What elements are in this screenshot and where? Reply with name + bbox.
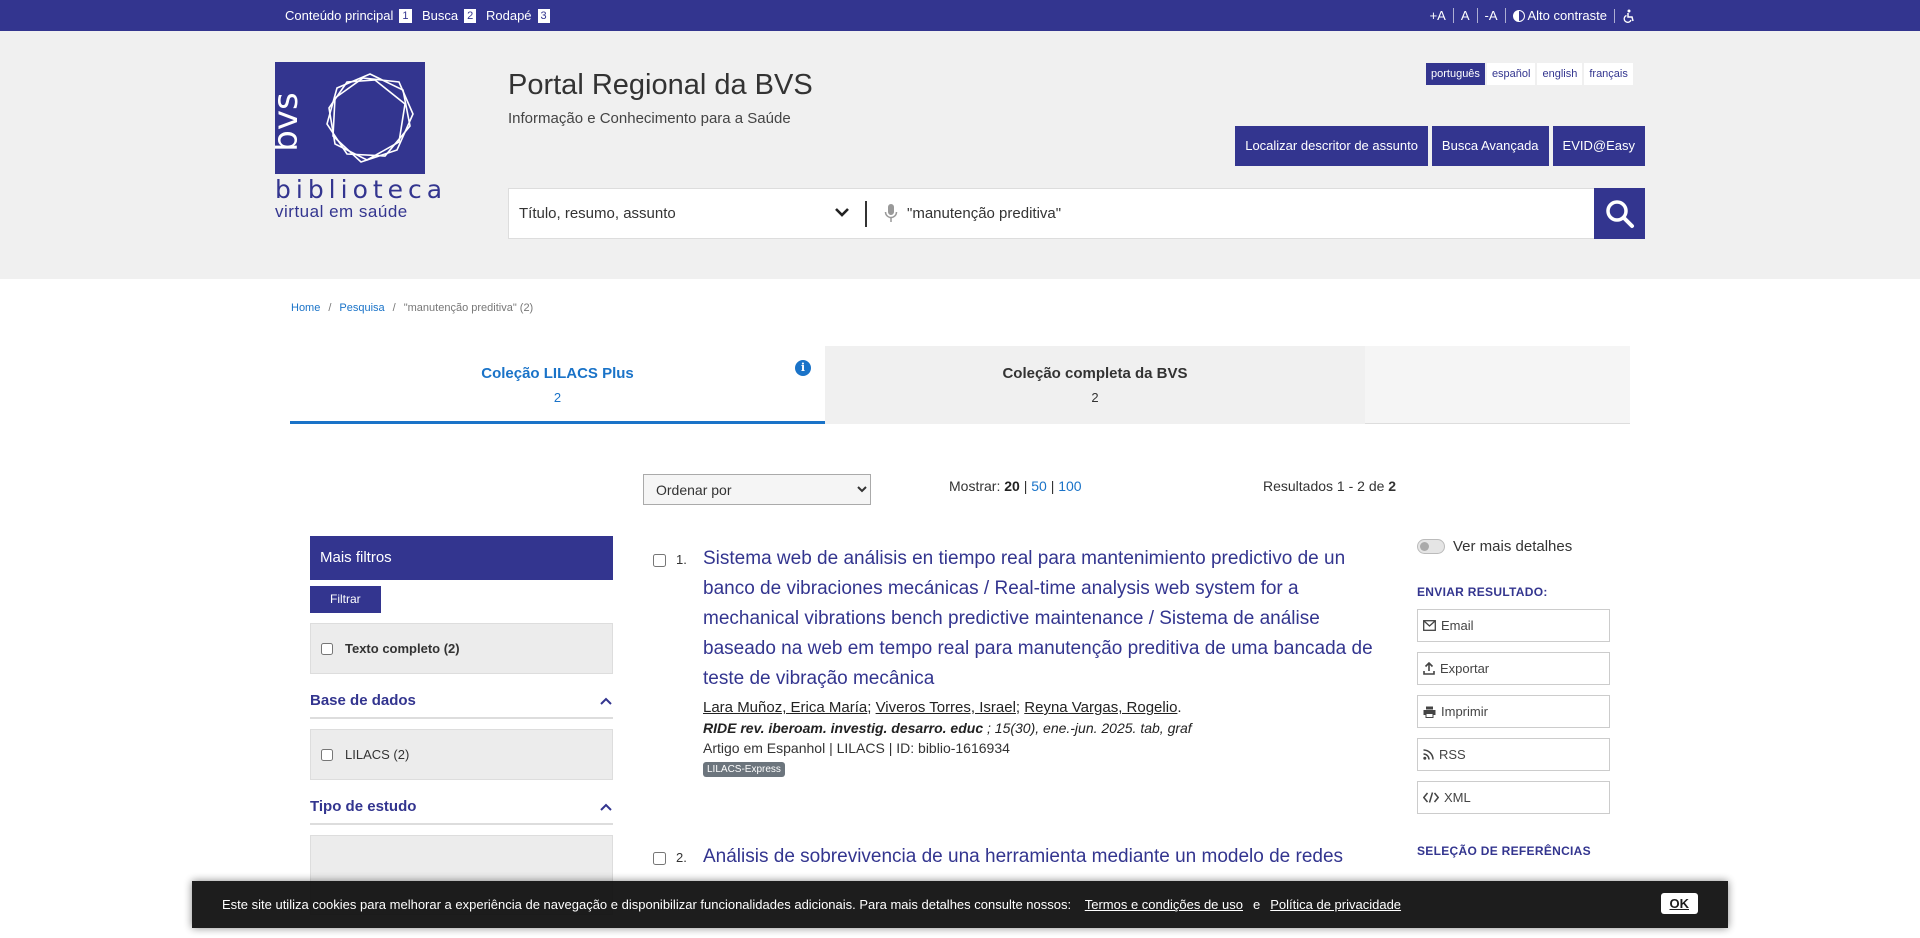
xml-button[interactable]: XML [1417, 781, 1610, 814]
font-increase-button[interactable]: +A [1423, 8, 1453, 23]
filters-panel: Mais filtros Filtrar Texto completo (2) … [310, 536, 613, 915]
upload-icon [1423, 662, 1435, 675]
results-count: Resultados 1 - 2 de 2 [1263, 478, 1397, 494]
cookie-ok-button[interactable]: OK [1660, 893, 1698, 914]
result-source: RIDE rev. iberoam. investig. desarro. ed… [703, 720, 1192, 736]
breadcrumb: Home / Pesquisa / "manutenção preditiva"… [291, 302, 534, 314]
search-field-select[interactable]: Título, resumo, assunto [519, 189, 676, 238]
full-text-checkbox[interactable] [321, 642, 333, 655]
chevron-up-icon[interactable] [599, 696, 613, 706]
search-input[interactable] [907, 189, 1507, 238]
details-toggle[interactable] [1417, 539, 1445, 554]
filter-button[interactable]: Filtrar [310, 586, 381, 613]
info-icon[interactable]: i [795, 360, 811, 376]
code-icon [1423, 792, 1439, 803]
results-sidebar: Ver mais detalhes ENVIAR RESULTADO: Emai… [1417, 538, 1610, 858]
lang-english[interactable]: english [1537, 63, 1583, 85]
microphone-icon[interactable] [884, 203, 898, 223]
lang-espanol[interactable]: español [1486, 63, 1536, 85]
svg-text:bvs: bvs [275, 92, 306, 151]
study-type-filter-heading[interactable]: Tipo de estudo [310, 798, 613, 825]
page-size-50[interactable]: 50 [1031, 478, 1047, 494]
chevron-up-icon[interactable] [599, 802, 613, 812]
database-filter-heading[interactable]: Base de dados [310, 692, 613, 719]
result-title[interactable]: Sistema web de análisis en tiempo real p… [703, 544, 1373, 694]
wheelchair-icon[interactable] [1614, 8, 1643, 23]
printer-icon [1423, 706, 1436, 718]
lang-francais[interactable]: français [1584, 63, 1633, 85]
site-title: Portal Regional da BVS [508, 69, 813, 101]
references-heading: SELEÇÃO DE REFERÊNCIAS [1417, 844, 1591, 858]
tab-lilacs-plus[interactable]: Coleção LILACS Plus 2 i [290, 346, 825, 424]
result-authors: Lara Muñoz, Erica María; Viveros Torres,… [703, 699, 1182, 716]
rss-icon [1423, 749, 1434, 760]
more-filters-header[interactable]: Mais filtros [310, 536, 613, 580]
search-bar: Título, resumo, assunto [508, 188, 1645, 239]
envelope-icon [1423, 620, 1436, 631]
breadcrumb-home[interactable]: Home [291, 302, 320, 314]
page-size-current: 20 [1004, 478, 1020, 494]
accessibility-controls: +A A -A Alto contraste [1423, 8, 1643, 23]
terms-link[interactable]: Termos e condições de uso [1085, 897, 1243, 912]
email-button[interactable]: Email [1417, 609, 1610, 642]
header-buttons: Localizar descritor de assunto Busca Ava… [1235, 126, 1645, 166]
export-button[interactable]: Exportar [1417, 652, 1610, 685]
search-button[interactable] [1594, 188, 1645, 239]
cookie-banner: Este site utiliza cookies para melhorar … [192, 881, 1728, 928]
privacy-link[interactable]: Política de privacidade [1270, 897, 1401, 912]
cookie-text: Este site utiliza cookies para melhorar … [222, 897, 1402, 912]
bvs-logo[interactable]: bvs biblioteca virtual em saúde [266, 62, 448, 222]
send-results-heading: ENVIAR RESULTADO: [1417, 585, 1548, 599]
author-link[interactable]: Reyna Vargas, Rogelio [1024, 699, 1177, 716]
page-size-100[interactable]: 100 [1058, 478, 1081, 494]
lilacs-checkbox[interactable] [321, 748, 333, 761]
lilacs-express-badge: LILACS-Express [703, 762, 785, 777]
result-meta: Artigo em Espanhol | LILACS | ID: biblio… [703, 740, 1010, 756]
site-subtitle: Informação e Conhecimento para a Saúde [508, 110, 791, 127]
print-button[interactable]: Imprimir [1417, 695, 1610, 728]
tab-full-collection[interactable]: Coleção completa da BVS 2 [825, 346, 1365, 424]
author-link[interactable]: Lara Muñoz, Erica María [703, 699, 867, 716]
advanced-search-button[interactable]: Busca Avançada [1431, 126, 1549, 166]
search-icon [1605, 199, 1634, 228]
contrast-icon [1512, 9, 1525, 22]
author-link[interactable]: Viveros Torres, Israel [876, 699, 1016, 716]
chevron-down-icon[interactable] [834, 204, 850, 220]
language-selector: português español english français [1426, 63, 1633, 85]
search-separator [865, 201, 867, 227]
font-decrease-button[interactable]: -A [1476, 8, 1505, 23]
descriptor-finder-button[interactable]: Localizar descritor de assunto [1235, 126, 1428, 166]
details-toggle-row: Ver mais detalhes [1417, 538, 1610, 555]
accessibility-bar: Conteúdo principal 1 Busca 2 Rodapé 3 +A A … [0, 0, 1920, 31]
collection-tabs: Coleção LILACS Plus 2 i Coleção completa… [290, 346, 1630, 424]
rss-button[interactable]: RSS [1417, 738, 1610, 771]
evid-easy-button[interactable]: EVID@Easy [1552, 126, 1645, 166]
breadcrumb-search[interactable]: Pesquisa [339, 302, 384, 314]
logo-text-virtual: virtual em saúde [275, 202, 408, 221]
result-title[interactable]: Análisis de sobrevivencia de una herrami… [703, 842, 1373, 872]
page-size-selector: Mostrar: 20 | 50 | 100 [949, 478, 1082, 494]
sort-select[interactable]: Ordenar por [643, 474, 871, 505]
result-checkbox[interactable] [653, 554, 666, 567]
result-checkbox[interactable] [653, 852, 666, 865]
skip-link-footer[interactable]: Rodapé 3 [486, 8, 550, 23]
breadcrumb-current: "manutenção preditiva" (2) [403, 302, 534, 314]
font-normal-button[interactable]: A [1452, 8, 1477, 23]
lang-portugues[interactable]: português [1426, 63, 1485, 85]
skip-link-search[interactable]: Busca 2 [422, 8, 477, 23]
bvs-logo-mark: bvs [266, 62, 425, 174]
filter-lilacs: LILACS (2) [310, 729, 613, 780]
filter-full-text: Texto completo (2) [310, 623, 613, 674]
contrast-button[interactable]: Alto contraste [1504, 8, 1615, 23]
skip-link-main[interactable]: Conteúdo principal 1 [285, 8, 412, 23]
logo-text-biblioteca: biblioteca [275, 175, 448, 204]
